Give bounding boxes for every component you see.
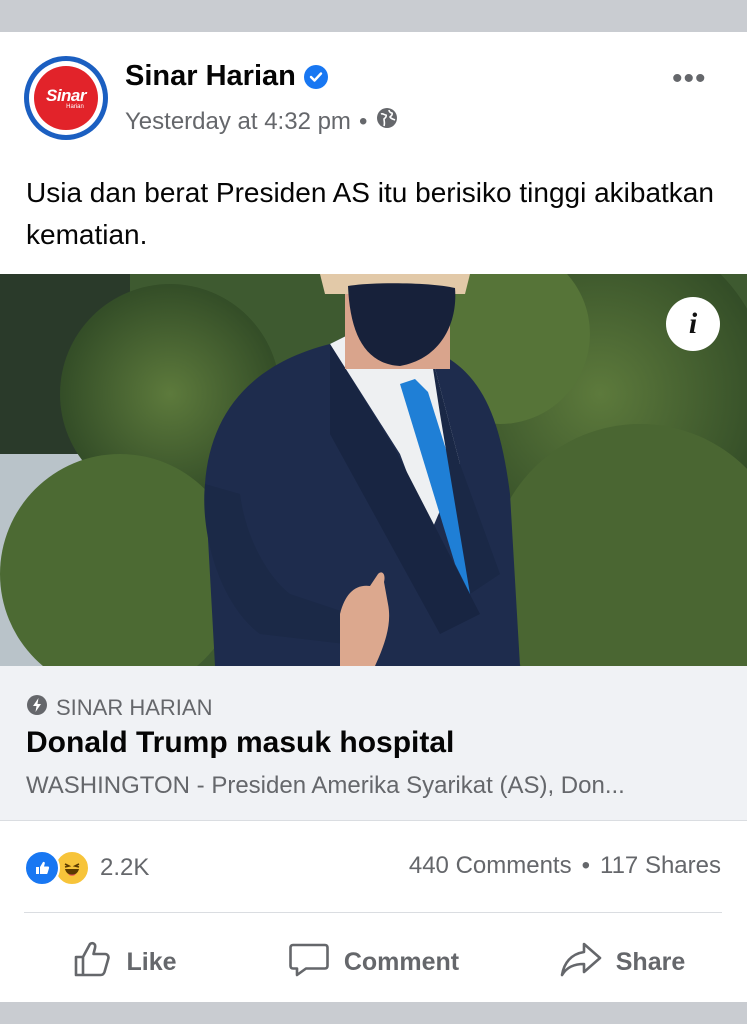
post-text: Usia dan berat Presiden AS itu berisiko … (26, 177, 714, 250)
verified-badge-icon (303, 64, 328, 89)
sinar-harian-logo: Sinar Harian (34, 66, 98, 130)
engagement-stats: 440 Comments • 117 Shares (409, 852, 721, 880)
logo-text: Sinar (45, 86, 87, 105)
info-icon[interactable]: i (666, 297, 720, 351)
more-options-icon[interactable]: ••• (672, 62, 707, 96)
page-avatar[interactable]: Sinar Harian (24, 56, 108, 140)
thumbs-up-icon (72, 939, 112, 986)
post-card: Sinar Harian Sinar Harian Yesterday at 4… (0, 32, 747, 1002)
page-name[interactable]: Sinar Harian (125, 60, 296, 93)
share-button[interactable]: Share (498, 932, 747, 992)
share-arrow-icon (560, 939, 602, 986)
shares-count[interactable]: 117 Shares (600, 852, 721, 880)
comment-button[interactable]: Comment (249, 932, 498, 992)
post-timestamp[interactable]: Yesterday at 4:32 pm (125, 108, 351, 136)
actions-divider (24, 912, 722, 913)
share-label: Share (615, 947, 686, 976)
post-photo[interactable] (0, 274, 747, 666)
reactions-summary[interactable]: 2.2K (24, 850, 149, 886)
link-source-row: SINAR HARIAN (26, 694, 212, 722)
post-meta: Yesterday at 4:32 pm • (125, 106, 399, 137)
link-title[interactable]: Donald Trump masuk hospital (26, 726, 454, 760)
reaction-count: 2.2K (100, 854, 150, 881)
action-bar: Like Comment Share (0, 932, 747, 992)
comment-bubble-icon (288, 939, 330, 986)
meta-separator: • (358, 107, 368, 135)
link-preview[interactable]: SINAR HARIAN Donald Trump masuk hospital… (0, 666, 747, 821)
like-button[interactable]: Like (0, 932, 249, 992)
like-reaction-icon (24, 850, 60, 886)
like-label: Like (126, 947, 177, 976)
photo-image (0, 274, 747, 666)
comments-count[interactable]: 440 Comments (409, 852, 572, 880)
page-name-row: Sinar Harian (125, 60, 328, 93)
lightning-icon (26, 694, 48, 722)
comment-label: Comment (343, 947, 460, 976)
globe-icon (375, 106, 399, 137)
stats-separator: • (581, 852, 591, 879)
link-description: WASHINGTON - Presiden Amerika Syarikat (… (26, 772, 625, 799)
link-source: SINAR HARIAN (56, 695, 213, 720)
logo-subtext: Harian (66, 104, 84, 110)
